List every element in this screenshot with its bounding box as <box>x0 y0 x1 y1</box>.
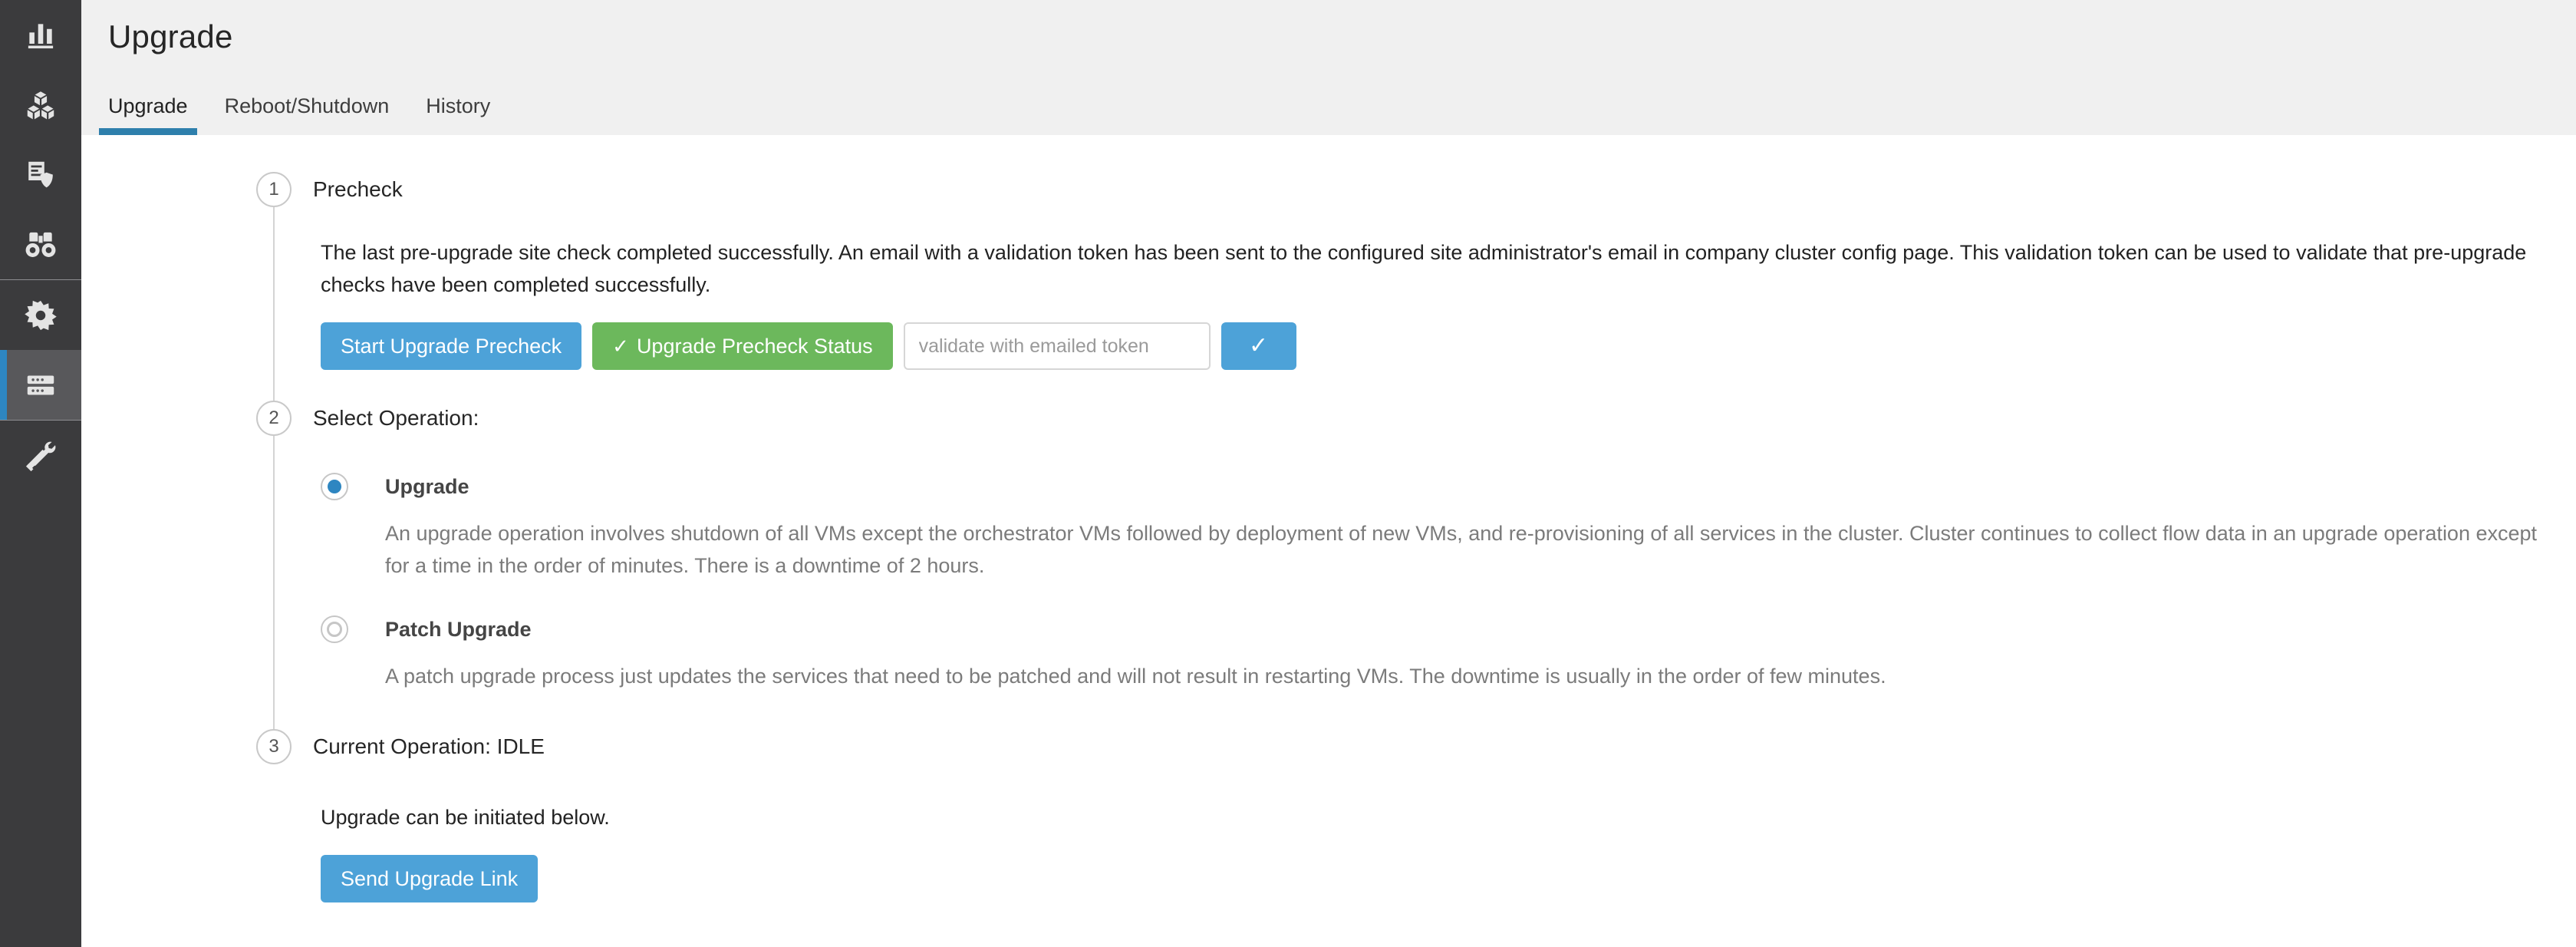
sidebar-item-maintenance[interactable] <box>0 421 81 490</box>
operation-option-patch-upgrade[interactable]: Patch Upgrade A patch upgrade process ju… <box>321 615 2545 692</box>
upgrade-precheck-status-button[interactable]: ✓ Upgrade Precheck Status <box>592 322 893 370</box>
current-operation-message: Upgrade can be initiated below. <box>321 806 610 829</box>
server-icon <box>27 375 54 394</box>
check-icon: ✓ <box>612 335 629 358</box>
step-number-3: 3 <box>256 729 292 764</box>
step-precheck: 1 Precheck The last pre-upgrade site che… <box>81 172 2576 401</box>
radio-dot-icon <box>327 622 342 637</box>
gear-icon <box>25 300 57 330</box>
page-header: Upgrade Upgrade Reboot/Shutdown History <box>81 0 2576 135</box>
cubes-icon <box>27 91 54 119</box>
tab-upgrade[interactable]: Upgrade <box>99 94 197 135</box>
check-icon: ✓ <box>1249 333 1269 358</box>
validation-token-input[interactable] <box>903 322 1211 370</box>
tab-history[interactable]: History <box>426 94 490 135</box>
document-shield-icon <box>28 161 53 187</box>
start-upgrade-precheck-button[interactable]: Start Upgrade Precheck <box>321 322 582 370</box>
sidebar-item-inventory[interactable] <box>0 70 81 140</box>
step-number-1: 1 <box>256 172 292 207</box>
current-operation-action-row: Send Upgrade Link <box>321 855 2545 902</box>
step-current-operation-title: Current Operation: IDLE <box>313 734 545 758</box>
sidebar-item-settings[interactable] <box>0 280 81 350</box>
sidebar-item-investigate[interactable] <box>0 210 81 279</box>
validate-token-button[interactable]: ✓ <box>1220 322 1296 370</box>
tab-reboot-shutdown[interactable]: Reboot/Shutdown <box>225 94 390 135</box>
send-upgrade-link-button[interactable]: Send Upgrade Link <box>321 855 539 902</box>
step-connector-1 <box>273 207 275 401</box>
upgrade-precheck-status-label: Upgrade Precheck Status <box>636 335 873 358</box>
operation-option-patch-upgrade-row[interactable]: Patch Upgrade <box>321 615 2545 643</box>
content-panel: 1 Precheck The last pre-upgrade site che… <box>81 135 2576 947</box>
sidebar-item-dashboard[interactable] <box>0 0 81 70</box>
operation-option-patch-upgrade-description: A patch upgrade process just updates the… <box>385 665 1886 688</box>
step-select-operation-body: Upgrade An upgrade operation involves sh… <box>81 436 2576 729</box>
step-select-operation-title: Select Operation: <box>313 406 479 430</box>
step-precheck-header: 1 Precheck <box>81 172 2576 207</box>
step-precheck-body: The last pre-upgrade site check complete… <box>81 207 2576 401</box>
step-precheck-title: Precheck <box>313 177 403 201</box>
radio-upgrade[interactable] <box>321 473 348 500</box>
sidebar-item-platform[interactable] <box>0 350 81 420</box>
radio-patch-upgrade[interactable] <box>321 615 348 643</box>
operation-option-patch-upgrade-label: Patch Upgrade <box>385 617 532 641</box>
tools-icon <box>25 441 56 471</box>
operation-option-upgrade-description: An upgrade operation involves shutdown o… <box>385 522 2538 577</box>
tab-bar: Upgrade Reboot/Shutdown History <box>81 81 2576 135</box>
step-current-operation: 3 Current Operation: IDLE Upgrade can be… <box>81 729 2576 902</box>
operation-option-upgrade-row[interactable]: Upgrade <box>321 473 2545 500</box>
operation-option-upgrade-label: Upgrade <box>385 474 469 498</box>
step-select-operation-header: 2 Select Operation: <box>81 401 2576 436</box>
step-current-operation-header: 3 Current Operation: IDLE <box>81 729 2576 764</box>
step-connector-2 <box>273 436 275 729</box>
step-select-operation: 2 Select Operation: Upgrade An upgrade o… <box>81 401 2576 729</box>
operation-option-upgrade[interactable]: Upgrade An upgrade operation involves sh… <box>321 473 2545 582</box>
bar-chart-icon <box>28 23 54 48</box>
page-title: Upgrade <box>108 18 233 54</box>
step-current-operation-body: Upgrade can be initiated below. Send Upg… <box>81 764 2576 902</box>
precheck-action-row: Start Upgrade Precheck ✓ Upgrade Prechec… <box>321 322 2545 370</box>
sidebar <box>0 0 81 947</box>
step-number-2: 2 <box>256 401 292 436</box>
main-area: Upgrade Upgrade Reboot/Shutdown History … <box>81 0 2576 947</box>
radio-dot-icon <box>328 480 341 493</box>
app-root: Upgrade Upgrade Reboot/Shutdown History … <box>0 0 2576 947</box>
binoculars-icon <box>25 232 56 257</box>
precheck-description: The last pre-upgrade site check complete… <box>321 241 2527 296</box>
sidebar-item-policy[interactable] <box>0 140 81 210</box>
